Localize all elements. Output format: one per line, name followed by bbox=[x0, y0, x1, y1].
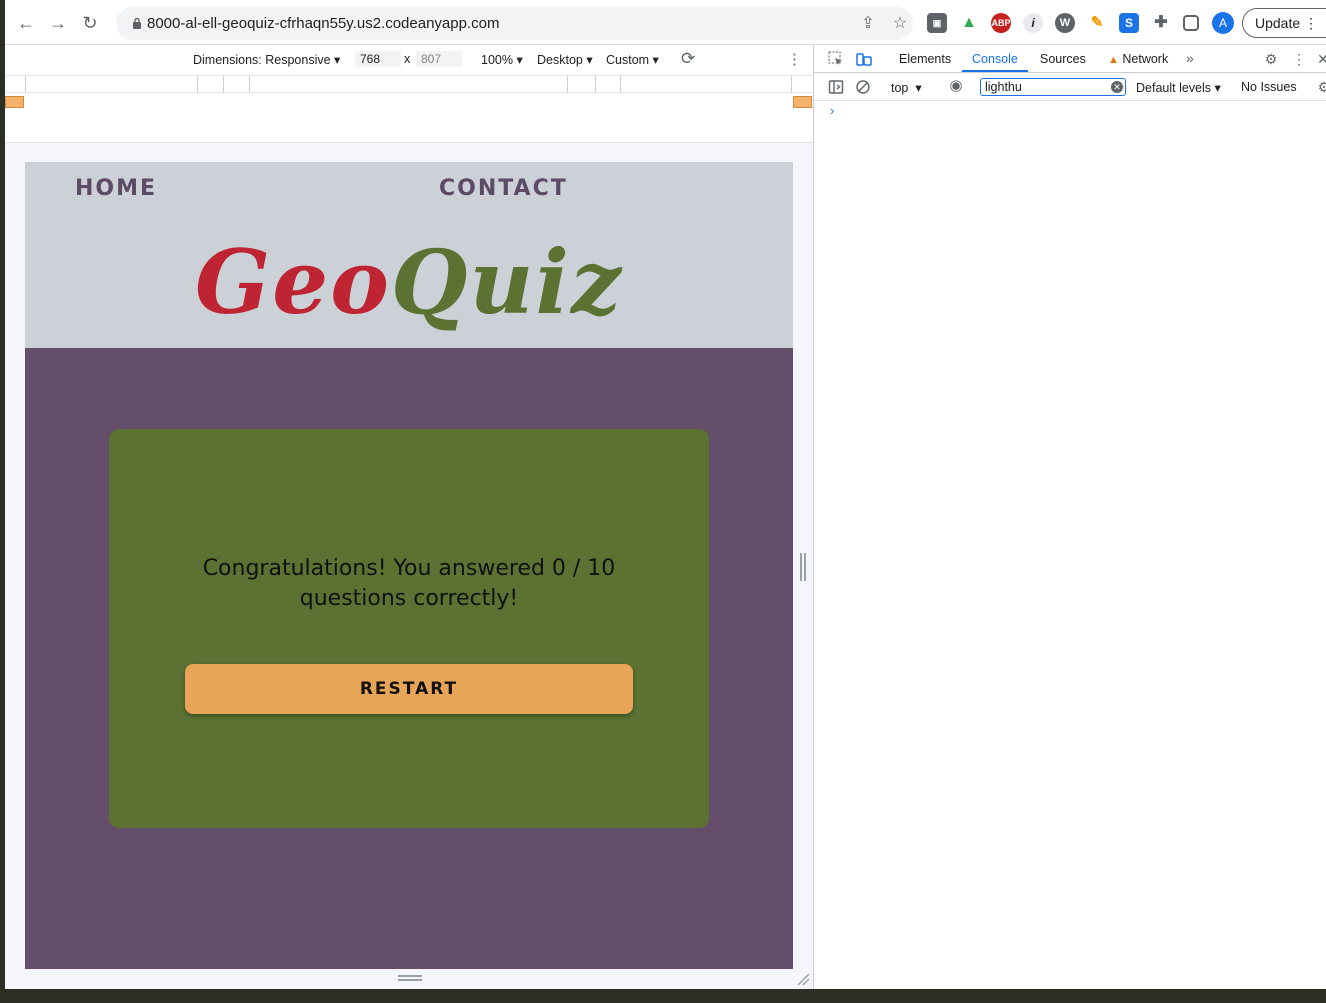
log-levels-dropdown[interactable]: Default levels ▾ bbox=[1136, 80, 1221, 95]
forward-icon[interactable]: → bbox=[47, 12, 69, 34]
devtools-panel: Elements Console Sources ▲ Network » ⚙ ⋮… bbox=[813, 45, 1326, 989]
share-icon[interactable]: ⇪ bbox=[858, 14, 878, 34]
google-drive-icon[interactable]: ▲ bbox=[959, 13, 979, 33]
dimensions-label: Dimensions: Responsive bbox=[193, 53, 331, 67]
nav-contact-link[interactable]: CONTACT bbox=[439, 176, 568, 201]
more-options-icon[interactable]: ⋮ bbox=[787, 50, 802, 68]
live-expression-eye-icon[interactable]: ◉ bbox=[946, 78, 966, 94]
tab-network-label: Network bbox=[1122, 52, 1169, 66]
logo-quiz: Quiz bbox=[390, 230, 623, 334]
restart-button[interactable]: RESTART bbox=[185, 664, 633, 714]
site-logo[interactable]: GeoQuiz bbox=[25, 232, 793, 332]
throttle-dropdown[interactable]: Custom ▾ bbox=[606, 52, 659, 67]
puzzle-icon[interactable]: ✚ bbox=[1151, 13, 1171, 33]
site-header: HOME CONTACT GeoQuiz bbox=[25, 162, 793, 348]
breakpoint-marker[interactable] bbox=[5, 96, 24, 108]
color-picker-icon[interactable]: ✎ bbox=[1087, 13, 1107, 33]
emulated-page: HOME CONTACT GeoQuiz Congratulations! Yo… bbox=[25, 162, 793, 969]
wordpress-icon[interactable]: W bbox=[1055, 13, 1075, 33]
context-selector[interactable]: top ▾ bbox=[891, 80, 922, 95]
media-query-ruler bbox=[5, 75, 813, 94]
times-symbol: x bbox=[404, 52, 411, 66]
rotate-icon[interactable]: ⟳ bbox=[681, 49, 695, 69]
console-prompt[interactable]: › bbox=[830, 103, 834, 118]
avatar[interactable]: A bbox=[1212, 12, 1234, 34]
address-bar[interactable]: 8000-al-ell-geoquiz-cfrhaqn55y.us2.codea… bbox=[116, 7, 913, 40]
log-levels-label: Default levels bbox=[1136, 81, 1212, 95]
adblock-icon[interactable]: ABP bbox=[991, 13, 1011, 33]
resize-handle-right[interactable] bbox=[800, 553, 806, 581]
zoom-label: 100% bbox=[481, 53, 513, 67]
ruler-tick bbox=[791, 76, 792, 94]
url-text: 8000-al-ell-geoquiz-cfrhaqn55y.us2.codea… bbox=[147, 15, 500, 32]
clear-console-icon[interactable] bbox=[855, 79, 871, 95]
logo-geo: Geo bbox=[195, 230, 391, 334]
tab-console[interactable]: Console bbox=[972, 52, 1018, 66]
tab-sources[interactable]: Sources bbox=[1040, 52, 1086, 66]
reload-icon[interactable]: ↻ bbox=[79, 12, 101, 34]
devtools-tabbar: Elements Console Sources ▲ Network » ⚙ ⋮… bbox=[814, 45, 1326, 73]
sidebar-toggle-icon[interactable] bbox=[828, 79, 844, 95]
nav-home-link[interactable]: HOME bbox=[75, 176, 157, 201]
resize-handle-corner[interactable] bbox=[796, 972, 810, 986]
zoom-dropdown[interactable]: 100% ▾ bbox=[481, 52, 523, 67]
update-button[interactable]: Update ⋮ bbox=[1242, 8, 1326, 38]
width-input[interactable]: 768 bbox=[355, 51, 401, 67]
inspect-element-icon[interactable] bbox=[828, 51, 844, 67]
browser-toolbar: ← → ↻ 8000-al-ell-geoquiz-cfrhaqn55y.us2… bbox=[5, 0, 1326, 45]
info-icon[interactable]: i bbox=[1023, 13, 1043, 33]
console-settings-gear-icon[interactable]: ⚙ bbox=[1316, 79, 1326, 95]
browser-window: ← → ↻ 8000-al-ell-geoquiz-cfrhaqn55y.us2… bbox=[5, 0, 1326, 989]
clear-filter-icon[interactable]: ✕ bbox=[1111, 81, 1123, 93]
device-toolbar: Dimensions: Responsive ▾ 768 x 807 100% … bbox=[5, 45, 813, 75]
throttle-label: Custom bbox=[606, 53, 650, 67]
ruler-tick bbox=[595, 76, 596, 94]
ruler-tick bbox=[25, 76, 26, 94]
close-icon[interactable]: ✕ bbox=[1315, 51, 1326, 67]
issues-button[interactable]: No Issues bbox=[1241, 80, 1297, 94]
console-filter-input[interactable]: lighthu bbox=[980, 78, 1126, 96]
tab-elements[interactable]: Elements bbox=[899, 52, 951, 66]
site-main: Congratulations! You answered 0 / 10 que… bbox=[25, 348, 793, 969]
context-label: top bbox=[891, 81, 909, 95]
side-panel-icon[interactable] bbox=[1183, 15, 1199, 31]
back-icon[interactable]: ← bbox=[15, 12, 37, 34]
ruler-tick bbox=[223, 76, 224, 94]
tab-network[interactable]: ▲ Network bbox=[1108, 52, 1168, 66]
ruler-tick bbox=[567, 76, 568, 94]
height-input[interactable]: 807 bbox=[416, 51, 462, 67]
result-card: Congratulations! You answered 0 / 10 que… bbox=[109, 429, 709, 828]
ruler-tick bbox=[249, 76, 250, 94]
breakpoint-marker[interactable] bbox=[793, 96, 812, 108]
ruler-tick bbox=[620, 76, 621, 94]
dimensions-dropdown[interactable]: Dimensions: Responsive ▾ bbox=[193, 52, 340, 67]
warning-icon: ▲ bbox=[1108, 54, 1119, 66]
device-type-dropdown[interactable]: Desktop ▾ bbox=[537, 52, 593, 67]
breakpoint-ruler bbox=[5, 93, 813, 143]
device-type-label: Desktop bbox=[537, 53, 583, 67]
more-tabs-icon[interactable]: » bbox=[1186, 50, 1194, 66]
console-toolbar: top ▾ ◉ lighthu ✕ Default levels ▾ No Is… bbox=[814, 73, 1326, 101]
ruler-tick bbox=[197, 76, 198, 94]
extension-icon[interactable]: ▣ bbox=[927, 13, 947, 33]
result-message: Congratulations! You answered 0 / 10 que… bbox=[202, 556, 616, 611]
bookmark-star-icon[interactable]: ☆ bbox=[890, 14, 910, 34]
resize-handle-bottom[interactable] bbox=[398, 975, 422, 981]
update-label: Update bbox=[1255, 15, 1301, 31]
s-extension-icon[interactable]: S bbox=[1119, 13, 1139, 33]
lock-icon bbox=[133, 17, 141, 29]
active-tab-indicator bbox=[962, 70, 1028, 72]
devtools-menu-icon[interactable]: ⋮ bbox=[1291, 51, 1307, 67]
settings-gear-icon[interactable]: ⚙ bbox=[1263, 51, 1279, 67]
device-toggle-icon[interactable] bbox=[856, 51, 872, 67]
